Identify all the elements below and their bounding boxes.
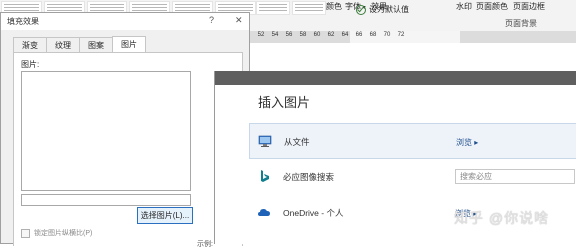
lock-aspect-ratio-label: 锁定图片纵横比(P) xyxy=(34,230,93,237)
picture-label: 图片: xyxy=(21,60,40,69)
bing-image-search-row: 必应图像搜索 搜索必应 xyxy=(249,159,576,195)
bing-search-label: 必应图像搜索 xyxy=(283,172,335,182)
ruler-tick: 66 xyxy=(355,32,363,38)
dialog-titlebar[interactable]: 填充效果 ? ✕ xyxy=(1,13,249,30)
ruler-tick: 60 xyxy=(313,32,321,38)
watermark-button[interactable]: 水印 xyxy=(456,1,472,12)
bing-search-input[interactable]: 搜索必应 xyxy=(455,169,575,184)
page-color-button[interactable]: 页面颜色 xyxy=(476,1,508,12)
set-default-label: 设为默认值 xyxy=(369,5,409,14)
lock-aspect-ratio-checkbox[interactable] xyxy=(21,228,30,238)
tab-pattern[interactable]: 图案 xyxy=(79,37,113,53)
tab-texture[interactable]: 纹理 xyxy=(46,37,80,53)
dialog-title: 填充效果 xyxy=(7,17,39,26)
checkmark-icon xyxy=(356,4,366,15)
sample-label: 示例: xyxy=(197,241,213,248)
insert-pictures-title: 插入图片 xyxy=(258,95,311,110)
ruler-tick: 58 xyxy=(299,32,307,38)
ruler-tick: 54 xyxy=(271,32,279,38)
style-thumb[interactable] xyxy=(292,1,326,15)
style-thumb[interactable] xyxy=(256,1,290,15)
lock-aspect-ratio-option[interactable]: 锁定图片纵横比(P) xyxy=(21,228,92,238)
page-borders-button[interactable]: 页面边框 xyxy=(513,1,545,12)
ruler-tick: 62 xyxy=(327,32,335,38)
ruler-tick: 68 xyxy=(369,32,377,38)
zhihu-watermark: 知乎 @你说啥 xyxy=(454,210,550,226)
page-background-group-label: 页面背景 xyxy=(505,19,537,28)
colors-button[interactable]: 颜色 xyxy=(326,1,342,12)
panel-topbar xyxy=(215,71,576,85)
onedrive-label: OneDrive - 个人 xyxy=(283,208,344,218)
ruler-tick: 70 xyxy=(383,32,391,38)
help-button[interactable]: ? xyxy=(209,15,214,25)
set-default-button[interactable]: 设为默认值 xyxy=(356,4,409,15)
tab-picture[interactable]: 图片 xyxy=(112,36,146,53)
ruler-tick: 72 xyxy=(397,32,405,38)
ruler-tick: 56 xyxy=(285,32,293,38)
horizontal-ruler[interactable]: 52 54 56 58 60 62 64 66 68 70 72 xyxy=(250,31,576,43)
ruler-ticks: 52 54 56 58 60 62 64 66 68 70 72 xyxy=(254,32,408,38)
from-file-row[interactable]: 从文件 浏览 ▸ xyxy=(249,123,576,159)
computer-icon xyxy=(258,134,272,148)
ruler-tick: 52 xyxy=(257,32,265,38)
picture-name-field xyxy=(21,194,191,206)
select-picture-button[interactable]: 选择图片(L)... xyxy=(137,207,193,224)
cloud-icon xyxy=(257,205,271,219)
style-gallery-more xyxy=(255,0,326,15)
bing-icon xyxy=(257,169,271,183)
ruler-tick: 64 xyxy=(341,32,349,38)
close-button[interactable]: ✕ xyxy=(235,15,243,26)
from-file-label: 从文件 xyxy=(284,137,310,147)
fill-effects-dialog: 填充效果 ? ✕ 渐变 纹理 图案 图片 图片: 选择图片(L)... 锁定图片… xyxy=(0,12,250,248)
picture-preview xyxy=(21,71,191,191)
browse-link[interactable]: 浏览 ▸ xyxy=(456,137,478,148)
picture-tab-panel: 图片: 选择图片(L)... 锁定图片纵横比(P) 示例: xyxy=(13,52,243,248)
tab-gradient[interactable]: 渐变 xyxy=(13,37,47,53)
